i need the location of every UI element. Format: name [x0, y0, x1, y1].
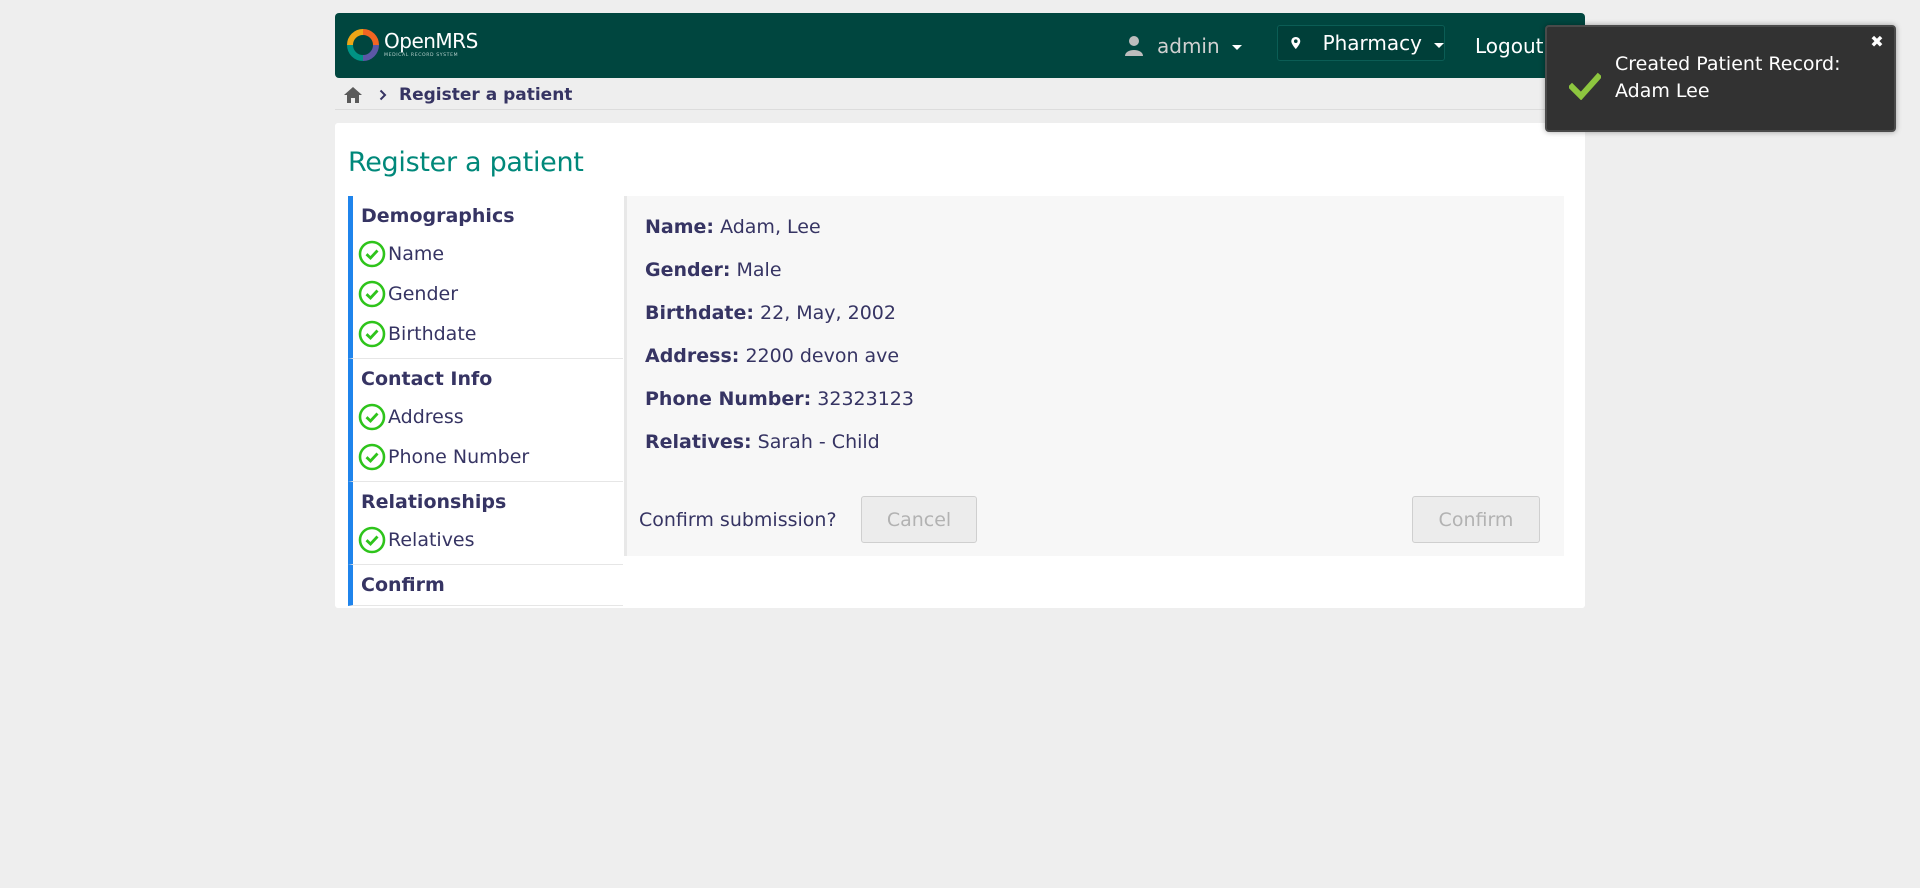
- toast-message: Created Patient Record: Adam Lee: [1615, 51, 1865, 105]
- step-label: Birthdate: [388, 323, 477, 345]
- section-title[interactable]: Demographics: [361, 204, 623, 228]
- location-selector[interactable]: Pharmacy: [1277, 25, 1445, 61]
- toast-line: Created Patient Record:: [1615, 53, 1841, 75]
- review-name: Name: Adam, Lee: [645, 214, 914, 257]
- step-name[interactable]: Name: [358, 234, 623, 274]
- chevron-right-icon: [379, 89, 387, 101]
- user-icon: [1125, 35, 1143, 56]
- section-contact-info: Contact Info Address Phone Number: [348, 359, 623, 482]
- chevron-down-icon: [1434, 42, 1444, 48]
- close-icon[interactable]: ✖: [1869, 33, 1885, 51]
- step-label: Phone Number: [388, 446, 530, 468]
- home-icon[interactable]: [343, 86, 363, 104]
- toast-line: Adam Lee: [1615, 80, 1710, 102]
- breadcrumb-current: Register a patient: [399, 85, 573, 105]
- logout-label: Logout: [1475, 33, 1544, 58]
- openmrs-logo[interactable]: OpenMRS MEDICAL RECORD SYSTEM: [347, 27, 478, 63]
- step-label: Name: [388, 243, 445, 265]
- field-value: 2200 devon ave: [745, 345, 900, 367]
- location-name: Pharmacy: [1322, 31, 1422, 55]
- field-value: 22, May, 2002: [760, 302, 896, 324]
- step-address[interactable]: Address: [358, 397, 623, 437]
- field-label: Name:: [645, 216, 715, 238]
- breadcrumb-divider: [335, 109, 1585, 110]
- section-title[interactable]: Contact Info: [361, 367, 623, 391]
- map-pin-icon: [1291, 37, 1301, 49]
- field-value: Adam, Lee: [720, 216, 821, 238]
- registration-steps: Demographics Name Gender Birthdate Conta…: [348, 196, 623, 606]
- confirm-button[interactable]: Confirm: [1412, 496, 1540, 543]
- breadcrumb: Register a patient: [343, 83, 572, 107]
- user-name: admin: [1157, 33, 1220, 58]
- review-gender: Gender: Male: [645, 257, 914, 300]
- confirm-prompt: Confirm submission?: [639, 508, 837, 531]
- check-circle-icon: [358, 403, 386, 431]
- step-label: Gender: [388, 283, 459, 305]
- step-phone-number[interactable]: Phone Number: [358, 437, 623, 477]
- review-summary: Name: Adam, Lee Gender: Male Birthdate: …: [624, 196, 1564, 556]
- check-circle-icon: [358, 240, 386, 268]
- section-confirm: Confirm: [348, 565, 623, 606]
- field-label: Phone Number:: [645, 388, 812, 410]
- review-address: Address: 2200 devon ave: [645, 343, 914, 386]
- top-header: OpenMRS MEDICAL RECORD SYSTEM admin Phar…: [335, 13, 1585, 78]
- logo-subtext: MEDICAL RECORD SYSTEM: [384, 53, 459, 59]
- section-relationships: Relationships Relatives: [348, 482, 623, 565]
- field-label: Gender:: [645, 259, 731, 281]
- step-birthdate[interactable]: Birthdate: [358, 314, 623, 354]
- field-label: Relatives:: [645, 431, 752, 453]
- review-relatives: Relatives: Sarah - Child: [645, 429, 914, 472]
- check-circle-icon: [358, 526, 386, 554]
- page-title: Register a patient: [348, 147, 584, 178]
- section-title[interactable]: Relationships: [361, 490, 623, 514]
- chevron-down-icon: [1231, 45, 1242, 50]
- field-value: Sarah - Child: [757, 431, 880, 453]
- step-gender[interactable]: Gender: [358, 274, 623, 314]
- logo-text: OpenMRS: [384, 29, 478, 54]
- check-circle-icon: [358, 443, 386, 471]
- field-label: Address:: [645, 345, 740, 367]
- check-circle-icon: [358, 320, 386, 348]
- field-label: Birthdate:: [645, 302, 754, 324]
- cancel-button[interactable]: Cancel: [861, 496, 977, 543]
- success-toast: Created Patient Record: Adam Lee ✖: [1545, 25, 1896, 132]
- step-label: Address: [388, 406, 464, 428]
- review-phone-number: Phone Number: 32323123: [645, 386, 914, 429]
- checkmark-icon: [1569, 72, 1601, 100]
- check-circle-icon: [358, 280, 386, 308]
- section-demographics: Demographics Name Gender Birthdate: [348, 196, 623, 359]
- main-panel: Register a patient Demographics Name Gen…: [335, 123, 1585, 608]
- openmrs-logo-icon: [347, 29, 379, 61]
- review-birthdate: Birthdate: 22, May, 2002: [645, 300, 914, 343]
- field-value: 32323123: [817, 388, 914, 410]
- user-menu[interactable]: admin: [1123, 13, 1242, 78]
- field-value: Male: [736, 259, 782, 281]
- section-title[interactable]: Confirm: [361, 573, 623, 597]
- step-relatives[interactable]: Relatives: [358, 520, 623, 560]
- step-label: Relatives: [388, 529, 475, 551]
